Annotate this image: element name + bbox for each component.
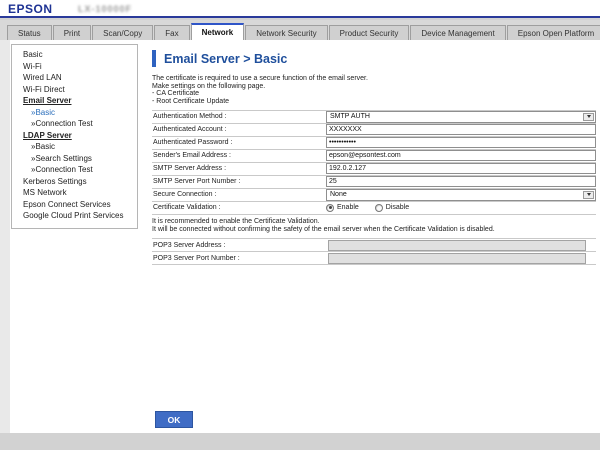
app-header: EPSON LX-10000F (0, 0, 600, 18)
description-line: Make settings on the following page. (152, 83, 596, 91)
page-description: The certificate is required to use a sec… (152, 75, 596, 106)
tab-status[interactable]: Status (7, 25, 52, 40)
page-title: Email Server > Basic (164, 52, 287, 66)
ok-button[interactable]: OK (155, 411, 193, 428)
auth-method-select[interactable]: SMTP AUTH (326, 111, 596, 123)
tab-network-security[interactable]: Network Security (245, 25, 327, 40)
tab-print[interactable]: Print (53, 25, 91, 40)
field-label: Authenticated Password : (152, 139, 326, 146)
pop3-server-address-row: POP3 Server Address : (152, 238, 596, 251)
secure-connection-select[interactable]: None (326, 189, 596, 201)
auth-method-value: SMTP AUTH (330, 113, 370, 120)
sidebar-item-ldap-basic[interactable]: »Basic (12, 141, 137, 153)
note-line: It is recommended to enable the Certific… (152, 218, 596, 226)
field-label: Sender's Email Address : (152, 152, 326, 159)
sidebar-item-email-basic[interactable]: »Basic (12, 107, 137, 119)
main-panel: Email Server > Basic The certificate is … (152, 50, 596, 265)
tab-network[interactable]: Network (191, 23, 245, 40)
description-line: - Root Certificate Update (152, 98, 596, 106)
radio-enable-label: Enable (337, 204, 359, 211)
email-server-form: Authentication Method : SMTP AUTH Authen… (152, 110, 596, 265)
tab-fax[interactable]: Fax (154, 25, 189, 40)
secure-connection-value: None (330, 191, 347, 198)
model-name-redacted: LX-10000F (78, 4, 132, 14)
tab-device-management[interactable]: Device Management (410, 25, 505, 40)
field-label: Certificate Validation : (152, 204, 326, 211)
field-label: Secure Connection : (152, 191, 326, 198)
sidebar-item-epson-connect-services[interactable]: Epson Connect Services (12, 199, 137, 211)
sidebar-item-email-connection-test[interactable]: »Connection Test (12, 118, 137, 130)
sidebar-group-ldap-server[interactable]: LDAP Server (12, 130, 137, 142)
dropdown-arrow-icon[interactable] (583, 191, 594, 199)
certificate-validation-row: Certificate Validation : Enable Disable (152, 201, 596, 214)
network-sidebar: Basic Wi-Fi Wired LAN Wi-Fi Direct Email… (11, 44, 138, 229)
senders-email-input[interactable] (326, 150, 596, 161)
epson-logo: EPSON (8, 2, 53, 16)
authenticated-password-row: Authenticated Password : (152, 136, 596, 149)
smtp-server-port-row: SMTP Server Port Number : (152, 175, 596, 188)
sidebar-item-wifi[interactable]: Wi-Fi (12, 61, 137, 73)
note-line: It will be connected without confirming … (152, 226, 596, 234)
smtp-server-port-input[interactable] (326, 176, 596, 187)
field-label: SMTP Server Address : (152, 165, 326, 172)
senders-email-row: Sender's Email Address : (152, 149, 596, 162)
smtp-server-address-input[interactable] (326, 163, 596, 174)
field-label: Authentication Method : (152, 113, 326, 120)
sidebar-item-ldap-search-settings[interactable]: »Search Settings (12, 153, 137, 165)
sidebar-item-basic[interactable]: Basic (12, 49, 137, 61)
tab-scan-copy[interactable]: Scan/Copy (92, 25, 153, 40)
sidebar-item-wifi-direct[interactable]: Wi-Fi Direct (12, 84, 137, 96)
main-tabbar: Status Print Scan/Copy Fax Network Netwo… (0, 20, 600, 40)
pop3-server-port-input (328, 253, 586, 264)
page-left-margin (0, 40, 10, 433)
sidebar-group-email-server[interactable]: Email Server (12, 95, 137, 107)
sidebar-item-kerberos-settings[interactable]: Kerberos Settings (12, 176, 137, 188)
description-line: - CA Certificate (152, 90, 596, 98)
sidebar-item-wired-lan[interactable]: Wired LAN (12, 72, 137, 84)
pop3-settings-table: POP3 Server Address : POP3 Server Port N… (152, 238, 596, 265)
authenticated-account-input[interactable] (326, 124, 596, 135)
field-label: Authenticated Account : (152, 126, 326, 133)
sidebar-item-ms-network[interactable]: MS Network (12, 187, 137, 199)
pop3-server-address-input (328, 240, 586, 251)
authenticated-password-input[interactable] (326, 137, 596, 148)
sidebar-item-google-cloud-print-services[interactable]: Google Cloud Print Services (12, 210, 137, 222)
authenticated-account-row: Authenticated Account : (152, 123, 596, 136)
secure-connection-row: Secure Connection : None (152, 188, 596, 201)
auth-method-row: Authentication Method : SMTP AUTH (152, 110, 596, 123)
pop3-server-port-row: POP3 Server Port Number : (152, 251, 596, 264)
radio-disable-label: Disable (386, 204, 409, 211)
radio-enable[interactable] (326, 204, 334, 212)
title-accent-bar (152, 50, 156, 67)
smtp-settings-table: Authentication Method : SMTP AUTH Authen… (152, 110, 596, 215)
smtp-server-address-row: SMTP Server Address : (152, 162, 596, 175)
sidebar-item-ldap-connection-test[interactable]: »Connection Test (12, 164, 137, 176)
description-line: The certificate is required to use a sec… (152, 75, 596, 83)
certificate-validation-radio-group: Enable Disable (326, 204, 425, 212)
field-label: POP3 Server Port Number : (152, 255, 326, 262)
field-label: POP3 Server Address : (152, 242, 326, 249)
tab-epson-open-platform[interactable]: Epson Open Platform (507, 25, 600, 40)
field-label: SMTP Server Port Number : (152, 178, 326, 185)
page-content: Basic Wi-Fi Wired LAN Wi-Fi Direct Email… (10, 40, 600, 433)
tab-product-security[interactable]: Product Security (329, 25, 410, 40)
certificate-validation-note: It is recommended to enable the Certific… (152, 215, 596, 238)
radio-disable[interactable] (375, 204, 383, 212)
dropdown-arrow-icon[interactable] (583, 113, 594, 121)
